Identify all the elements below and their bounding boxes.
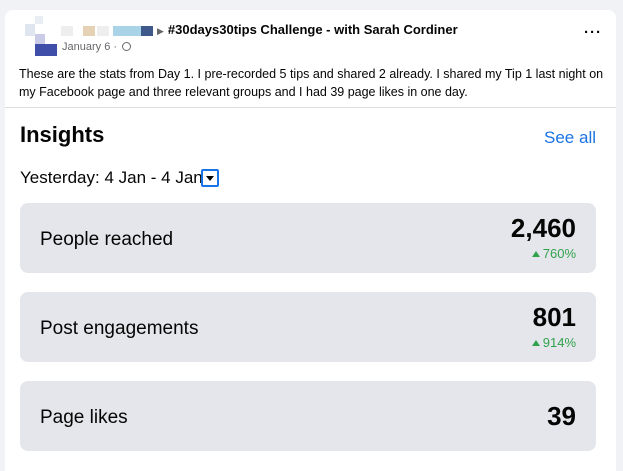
arrow-up-icon (531, 340, 540, 346)
metric-card-page-likes[interactable]: Page likes 39 (20, 381, 596, 451)
post-date[interactable]: January 6 (62, 41, 110, 53)
post-body: These are the stats from Day 1. I pre-re… (19, 67, 604, 99)
date-range: 4 Jan - 4 Jan (104, 168, 203, 187)
metric-label: Post engagements (40, 318, 199, 339)
metric-change: 914% (531, 335, 576, 350)
metric-card-post-engagements[interactable]: Post engagements 801 914% (20, 292, 596, 362)
metric-value: 801 (532, 302, 576, 332)
post-meta: January 6 · (62, 41, 132, 53)
date-range-row: Yesterday: 4 Jan - 4 Jan (20, 168, 219, 188)
date-label: Yesterday: (20, 168, 100, 187)
see-all-link[interactable]: See all (544, 128, 596, 148)
metric-label: Page likes (40, 407, 128, 428)
date-dropdown-icon[interactable] (200, 169, 219, 187)
caret-right-icon: ▶ (157, 26, 164, 36)
more-options-icon[interactable]: ··· (584, 24, 602, 41)
facebook-post: ▶ #30days30tips Challenge - with Sarah Co… (5, 10, 616, 471)
metric-value: 39 (547, 401, 576, 431)
arrow-up-icon (531, 251, 540, 257)
insights-title: Insights (20, 122, 105, 147)
author-avatar[interactable] (17, 16, 57, 56)
metric-label: People reached (40, 229, 174, 250)
globe-icon (122, 42, 132, 51)
author-name-blurred[interactable] (61, 26, 153, 36)
metric-card-people-reached[interactable]: People reached 2,460 760% (20, 203, 596, 273)
metric-change: 760% (531, 246, 576, 261)
metric-value: 2,460 (510, 213, 576, 243)
post-group-title[interactable]: ▶ #30days30tips Challenge - with Sarah Co… (157, 22, 458, 37)
insights-screenshot: Insights See all Yesterday: 4 Jan - 4 Ja… (5, 107, 616, 471)
